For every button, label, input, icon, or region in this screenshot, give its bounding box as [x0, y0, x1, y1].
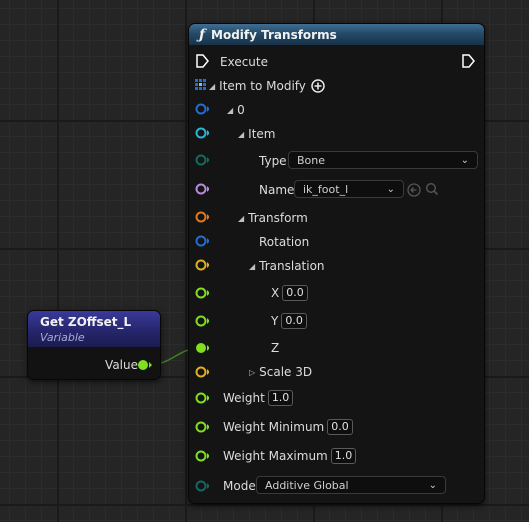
mode-dropdown[interactable]: Additive Global ⌄ [256, 476, 446, 494]
expand-triangle-icon[interactable]: ▷ [249, 368, 255, 377]
weight-label: Weight [223, 391, 265, 405]
translation-label: Translation [259, 259, 325, 273]
struct-pin-icon[interactable] [195, 103, 209, 117]
transform-label: Transform [248, 211, 308, 225]
weight-min-label: Weight Minimum [223, 420, 325, 434]
float-output-pin-icon[interactable] [138, 359, 152, 371]
use-selected-arrow-icon[interactable] [407, 183, 421, 197]
index-label: 0 [237, 103, 245, 117]
float-pin-icon[interactable] [195, 450, 209, 464]
name-value: ik_foot_l [303, 182, 349, 196]
type-label: Type [259, 154, 287, 168]
float-pin-icon[interactable] [195, 315, 209, 329]
enum-pin-icon[interactable] [195, 154, 209, 168]
weight-input[interactable]: 1.0 [267, 390, 294, 406]
weight-min-input[interactable]: 0.0 [327, 419, 353, 435]
transform-pin-icon[interactable] [195, 211, 209, 225]
enum-pin-icon[interactable] [195, 480, 209, 494]
weight-max-label: Weight Maximum [223, 449, 328, 463]
z-label: Z [271, 341, 280, 355]
vector-pin-icon[interactable] [195, 259, 209, 273]
rotator-pin-icon[interactable] [195, 235, 209, 249]
item-label: Item [248, 127, 276, 141]
variable-node[interactable]: Get ZOffset_L Variable Value [27, 310, 161, 380]
node-header[interactable]: ƒ Modify Transforms [189, 24, 484, 45]
weight-max-input[interactable]: 1.0 [330, 448, 357, 464]
item-to-modify-label: Item to Modify [219, 79, 306, 93]
y-input[interactable]: 0.0 [281, 313, 307, 329]
mode-value: Additive Global [265, 478, 349, 492]
collapse-triangle-icon[interactable]: ◢ [227, 106, 233, 115]
float-pin-icon[interactable] [195, 421, 209, 435]
x-input[interactable]: 0.0 [282, 285, 308, 301]
array-pin-icon[interactable] [195, 79, 209, 93]
collapse-triangle-icon[interactable]: ◢ [238, 130, 244, 139]
bone-name-dropdown[interactable]: ik_foot_l ⌄ [294, 180, 404, 198]
function-f-icon: ƒ [199, 26, 206, 43]
struct-pin-icon[interactable] [195, 127, 209, 141]
y-label: Y [271, 314, 279, 328]
exec-input-pin-icon[interactable] [195, 54, 209, 68]
type-value: Bone [297, 153, 326, 167]
name-label: Name [259, 183, 295, 197]
chevron-down-icon: ⌄ [428, 479, 437, 491]
exec-output-pin-icon[interactable] [461, 54, 475, 68]
variable-node-title: Get ZOffset_L [40, 315, 132, 329]
name-pin-icon[interactable] [195, 183, 209, 197]
float-pin-connected-icon[interactable] [195, 342, 209, 356]
float-pin-icon[interactable] [195, 392, 209, 406]
variable-node-header[interactable]: Get ZOffset_L Variable [28, 311, 160, 347]
x-label: X [271, 286, 280, 300]
add-element-icon[interactable] [311, 79, 325, 93]
chevron-down-icon: ⌄ [386, 183, 395, 195]
variable-output-label: Value [105, 358, 138, 372]
browse-magnifier-icon[interactable] [425, 182, 439, 196]
variable-node-subtitle: Variable [40, 331, 85, 344]
collapse-triangle-icon[interactable]: ◢ [249, 262, 255, 271]
chevron-down-icon: ⌄ [460, 154, 469, 166]
scale-label: Scale 3D [259, 365, 313, 379]
collapse-triangle-icon[interactable]: ◢ [209, 82, 215, 91]
type-dropdown[interactable]: Bone ⌄ [288, 151, 478, 169]
float-pin-icon[interactable] [195, 287, 209, 301]
collapse-triangle-icon[interactable]: ◢ [238, 214, 244, 223]
vector-pin-icon[interactable] [195, 366, 209, 380]
execute-label: Execute [220, 55, 268, 69]
node-title: Modify Transforms [211, 27, 337, 42]
mode-label: Mode [223, 479, 256, 493]
rotation-label: Rotation [259, 235, 310, 249]
